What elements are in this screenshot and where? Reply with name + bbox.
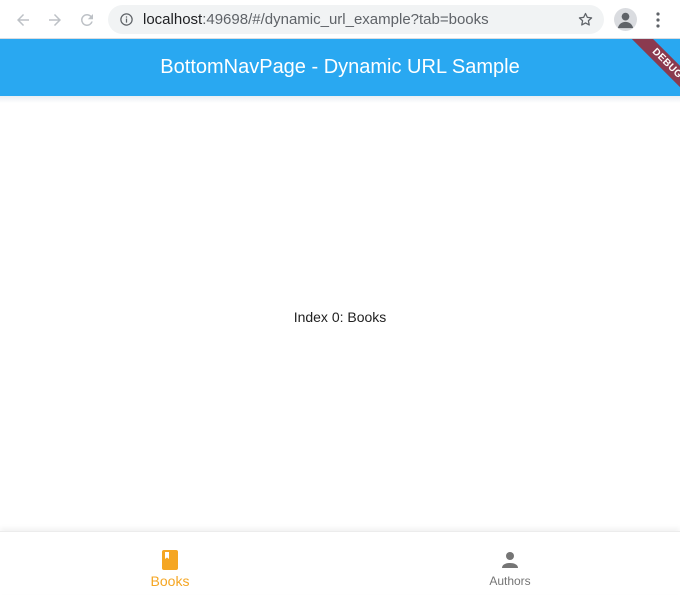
bottom-nav-label-books: Books	[150, 573, 190, 589]
forward-button[interactable]	[44, 9, 66, 31]
book-icon	[162, 550, 178, 570]
app-bar: BottomNavPage - Dynamic URL Sample DEBUG	[0, 39, 680, 96]
app-bar-shadow	[0, 96, 680, 103]
profile-avatar-button[interactable]	[614, 8, 637, 31]
reload-button[interactable]	[76, 9, 98, 31]
back-arrow-icon	[17, 14, 29, 26]
info-icon[interactable]	[119, 12, 134, 27]
url-path: :49698/#/dynamic_url_example?tab=books	[202, 11, 489, 28]
browser-toolbar: localhost:49698/#/dynamic_url_example?ta…	[0, 0, 680, 39]
bottom-nav-label-authors: Authors	[489, 574, 531, 588]
bottom-nav-item-authors[interactable]: Authors	[340, 532, 680, 595]
reload-icon	[80, 13, 93, 26]
forward-arrow-icon	[49, 14, 61, 26]
more-vert-icon[interactable]	[652, 10, 664, 30]
selected-tab-text: Index 0: Books	[293, 309, 387, 325]
star-icon[interactable]	[577, 11, 594, 28]
bottom-nav-item-books[interactable]: Books	[0, 532, 340, 595]
bottom-navigation-bar: Books Authors	[0, 531, 680, 594]
url-host: localhost	[143, 11, 203, 28]
address-bar[interactable]: localhost:49698/#/dynamic_url_example?ta…	[108, 5, 604, 34]
url-text[interactable]: localhost:49698/#/dynamic_url_example?ta…	[143, 11, 489, 28]
app-bar-title: BottomNavPage - Dynamic URL Sample	[160, 56, 520, 78]
back-button[interactable]	[12, 9, 34, 31]
person-icon	[502, 552, 518, 568]
account-icon	[617, 12, 634, 29]
page-body: Index 0: Books	[0, 103, 680, 531]
